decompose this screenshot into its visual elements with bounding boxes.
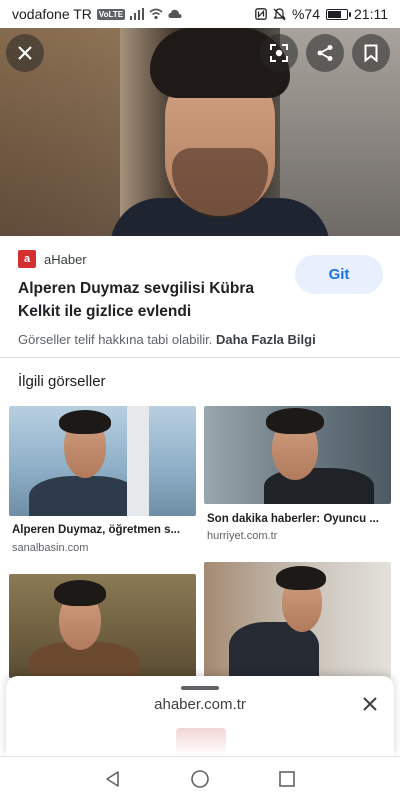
sheet-close-button[interactable] bbox=[358, 692, 382, 716]
battery-level-fill bbox=[328, 10, 341, 18]
related-thumbnail bbox=[204, 562, 391, 678]
sheet-drag-handle[interactable] bbox=[181, 686, 219, 690]
source-logo: a bbox=[18, 250, 36, 268]
related-thumbnail bbox=[9, 574, 196, 678]
sheet-page-preview bbox=[176, 728, 226, 756]
thumb-hair bbox=[54, 580, 106, 606]
copyright-notice: Görseller telif hakkına tabi olabilir. D… bbox=[18, 332, 316, 347]
bookmark-button[interactable] bbox=[352, 34, 390, 72]
copyright-text: Görseller telif hakkına tabi olabilir. bbox=[18, 332, 213, 347]
related-image-card[interactable]: Son dakika haberler: Oyuncu ... hurriyet… bbox=[204, 406, 391, 546]
signal-icon bbox=[130, 8, 145, 20]
related-image-card[interactable] bbox=[9, 574, 196, 678]
nav-recents-button[interactable] bbox=[272, 764, 302, 794]
recents-icon bbox=[278, 770, 295, 787]
website-preview-sheet[interactable]: ahaber.com.tr bbox=[6, 676, 394, 756]
more-info-link[interactable]: Daha Fazla Bilgi bbox=[216, 332, 316, 347]
close-icon bbox=[363, 697, 377, 711]
volte-badge: VoLTE bbox=[96, 8, 126, 20]
hero-image[interactable] bbox=[0, 28, 400, 236]
clock: 21:11 bbox=[354, 6, 388, 22]
related-images-title: İlgili görseller bbox=[18, 373, 106, 390]
bookmark-icon bbox=[364, 44, 378, 62]
battery-percent: %74 bbox=[291, 6, 320, 22]
cloud-icon bbox=[168, 9, 182, 18]
related-caption: Alperen Duymaz, öğretmen s... bbox=[12, 524, 181, 536]
close-button[interactable] bbox=[6, 34, 44, 72]
image-headline[interactable]: Alperen Duymaz sevgilisi Kübra Kelkit il… bbox=[18, 277, 283, 323]
nav-home-button[interactable] bbox=[185, 764, 215, 794]
thumb-column bbox=[127, 406, 149, 516]
related-domain: sanalbasin.com bbox=[12, 542, 89, 554]
related-image-card[interactable]: Alperen Duymaz, öğretmen s... sanalbasin… bbox=[9, 406, 196, 556]
thumb-hair bbox=[266, 408, 324, 434]
related-domain: hurriyet.com.tr bbox=[207, 530, 278, 542]
battery-icon bbox=[326, 8, 351, 20]
lens-button[interactable] bbox=[260, 34, 298, 72]
nfc-icon bbox=[255, 8, 267, 20]
share-icon bbox=[317, 45, 333, 61]
status-bar: vodafone TR VoLTE %74 21:11 bbox=[0, 0, 400, 28]
system-nav-bar bbox=[0, 756, 400, 800]
divider bbox=[0, 357, 400, 358]
share-button[interactable] bbox=[306, 34, 344, 72]
mute-icon bbox=[273, 7, 286, 20]
source-row[interactable]: a aHaber bbox=[18, 250, 87, 268]
thumb-hair bbox=[59, 410, 111, 434]
home-icon bbox=[191, 769, 209, 788]
go-button[interactable]: Git bbox=[295, 255, 383, 294]
related-thumbnail bbox=[9, 406, 196, 516]
related-image-card[interactable] bbox=[204, 562, 391, 678]
nav-back-button[interactable] bbox=[98, 764, 128, 794]
wifi-icon bbox=[149, 8, 163, 20]
sheet-url: ahaber.com.tr bbox=[154, 696, 246, 713]
related-caption: Son dakika haberler: Oyuncu ... bbox=[207, 513, 379, 525]
related-thumbnail bbox=[204, 406, 391, 504]
lens-icon bbox=[270, 44, 288, 62]
back-icon bbox=[106, 770, 120, 787]
thumb-hair bbox=[276, 566, 326, 590]
source-name: aHaber bbox=[44, 251, 87, 267]
close-icon bbox=[18, 46, 32, 60]
carrier-name: vodafone TR bbox=[12, 6, 92, 22]
thumb-body bbox=[29, 476, 139, 516]
